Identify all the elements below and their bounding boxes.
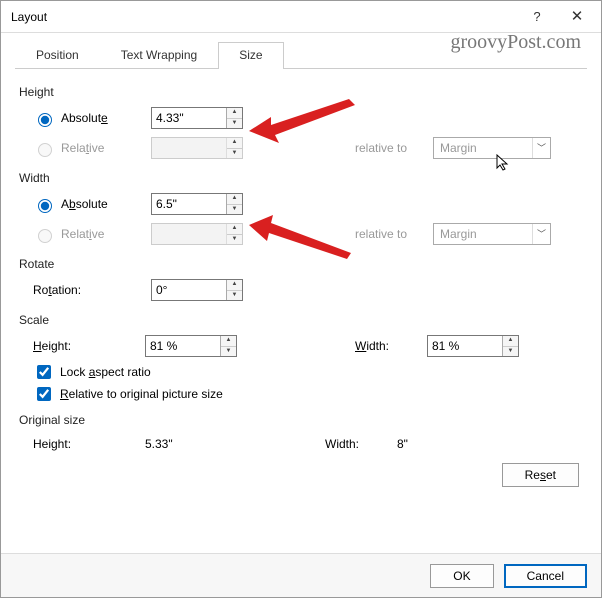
spin-up-icon[interactable]: ▲	[227, 280, 242, 291]
chevron-down-icon: ﹀	[532, 224, 550, 244]
spin-down-icon[interactable]: ▼	[227, 119, 242, 129]
scale-width-input[interactable]	[428, 336, 502, 356]
spin-down-icon[interactable]: ▼	[227, 205, 242, 215]
help-button[interactable]: ?	[517, 2, 557, 32]
section-original: Original size	[19, 413, 583, 427]
section-height: Height	[19, 85, 583, 99]
tab-text-wrapping[interactable]: Text Wrapping	[100, 42, 218, 69]
spin-down-icon[interactable]: ▼	[503, 347, 518, 357]
tab-size[interactable]: Size	[218, 42, 283, 69]
original-width-label: Width:	[325, 437, 397, 451]
width-relative-to-combo: Margin ﹀	[433, 223, 551, 245]
reset-button[interactable]: Reset	[502, 463, 579, 487]
height-absolute-input[interactable]	[152, 108, 226, 128]
relative-original-label: Relative to original picture size	[60, 387, 223, 401]
dialog-footer: OK Cancel	[1, 553, 601, 597]
spin-up-icon[interactable]: ▲	[227, 108, 242, 119]
height-relative-to-combo: Margin ﹀	[433, 137, 551, 159]
section-width: Width	[19, 171, 583, 185]
height-absolute-label: Absolute	[61, 111, 108, 125]
height-relative-input	[152, 138, 226, 158]
width-relative-input	[152, 224, 226, 244]
window-title: Layout	[11, 10, 517, 24]
chevron-down-icon: ﹀	[532, 138, 550, 158]
width-relative-to-label: relative to	[355, 227, 427, 241]
ok-button[interactable]: OK	[430, 564, 493, 588]
height-relative-radio	[38, 143, 52, 157]
height-relative-label: Relative	[61, 141, 104, 155]
spin-down-icon[interactable]: ▼	[221, 347, 236, 357]
width-absolute-radio[interactable]	[38, 199, 52, 213]
rotation-label: Rotation:	[33, 283, 145, 297]
tabstrip: Position Text Wrapping Size	[15, 41, 587, 69]
height-relative-to-label: relative to	[355, 141, 427, 155]
lock-aspect-label: Lock aspect ratio	[60, 365, 151, 379]
layout-dialog: Layout ? ✕ groovyPost.com Position Text …	[0, 0, 602, 598]
section-scale: Scale	[19, 313, 583, 327]
height-absolute-radio[interactable]	[38, 113, 52, 127]
spin-up-icon[interactable]: ▲	[221, 336, 236, 347]
spin-up-icon[interactable]: ▲	[227, 194, 242, 205]
titlebar: Layout ? ✕	[1, 1, 601, 33]
width-relative-radio	[38, 229, 52, 243]
lock-aspect-checkbox[interactable]	[37, 365, 51, 379]
section-rotate: Rotate	[19, 257, 583, 271]
original-height-value: 5.33"	[145, 437, 325, 451]
width-absolute-label: Absolute	[61, 197, 108, 211]
original-width-value: 8"	[397, 437, 408, 451]
close-button[interactable]: ✕	[557, 2, 597, 32]
scale-height-spin[interactable]: ▲▼	[145, 335, 237, 357]
scale-height-label: Height:	[33, 339, 145, 353]
tab-position[interactable]: Position	[15, 42, 100, 69]
rotation-input[interactable]	[152, 280, 226, 300]
spin-up-icon[interactable]: ▲	[503, 336, 518, 347]
spin-down-icon: ▼	[227, 235, 242, 245]
cancel-button[interactable]: Cancel	[504, 564, 587, 588]
scale-width-label: Width:	[355, 339, 427, 353]
spin-down-icon[interactable]: ▼	[227, 291, 242, 301]
original-height-label: Height:	[33, 437, 145, 451]
scale-width-spin[interactable]: ▲▼	[427, 335, 519, 357]
height-absolute-spin[interactable]: ▲▼	[151, 107, 243, 129]
width-absolute-spin[interactable]: ▲▼	[151, 193, 243, 215]
height-relative-spin: ▲▼	[151, 137, 243, 159]
spin-up-icon: ▲	[227, 138, 242, 149]
width-relative-spin: ▲▼	[151, 223, 243, 245]
width-absolute-input[interactable]	[152, 194, 226, 214]
rotation-spin[interactable]: ▲▼	[151, 279, 243, 301]
spin-down-icon: ▼	[227, 149, 242, 159]
relative-original-checkbox[interactable]	[37, 387, 51, 401]
scale-height-input[interactable]	[146, 336, 220, 356]
spin-up-icon: ▲	[227, 224, 242, 235]
width-relative-label: Relative	[61, 227, 104, 241]
